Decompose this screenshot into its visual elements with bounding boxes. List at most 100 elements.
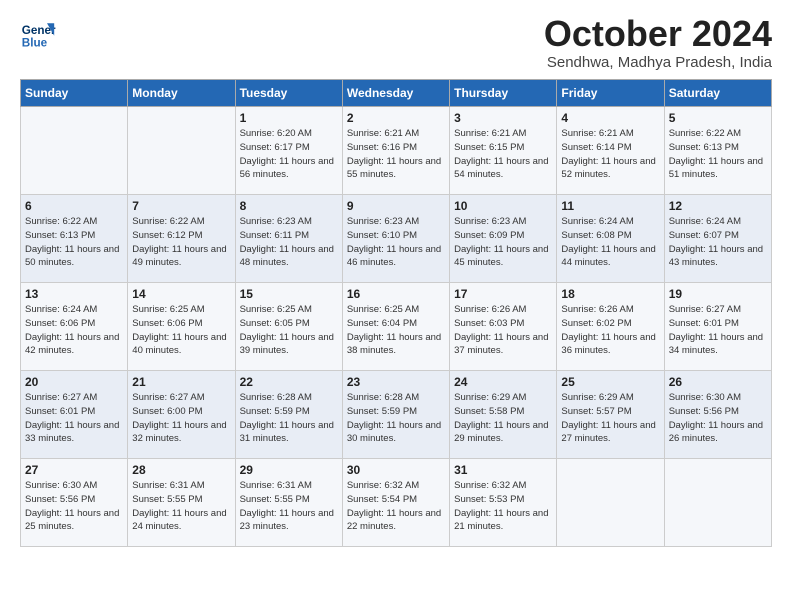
day-number: 21 bbox=[132, 375, 230, 389]
day-number: 10 bbox=[454, 199, 552, 213]
calendar-cell: 26 Sunrise: 6:30 AM Sunset: 5:56 PM Dayli… bbox=[664, 371, 771, 459]
day-number: 25 bbox=[561, 375, 659, 389]
calendar-week-row: 1 Sunrise: 6:20 AM Sunset: 6:17 PM Daylig… bbox=[21, 107, 772, 195]
day-detail: Sunrise: 6:21 AM Sunset: 6:15 PM Dayligh… bbox=[454, 127, 552, 182]
weekday-header: Saturday bbox=[664, 80, 771, 107]
calendar-week-row: 20Sunrise: 6:27 AM Sunset: 6:01 PM Dayli… bbox=[21, 371, 772, 459]
svg-text:Blue: Blue bbox=[22, 37, 48, 50]
day-number: 7 bbox=[132, 199, 230, 213]
weekday-header: Tuesday bbox=[235, 80, 342, 107]
weekday-header: Monday bbox=[128, 80, 235, 107]
day-detail: Sunrise: 6:25 AM Sunset: 6:06 PM Dayligh… bbox=[132, 303, 230, 358]
day-number: 24 bbox=[454, 375, 552, 389]
calendar-cell: 6 Sunrise: 6:22 AM Sunset: 6:13 PM Daylig… bbox=[21, 195, 128, 283]
day-detail: Sunrise: 6:24 AM Sunset: 6:06 PM Dayligh… bbox=[25, 303, 123, 358]
calendar-week-row: 27 Sunrise: 6:30 AM Sunset: 5:56 PM Dayli… bbox=[21, 459, 772, 547]
calendar-cell: 15Sunrise: 6:25 AM Sunset: 6:05 PM Dayli… bbox=[235, 283, 342, 371]
day-detail: Sunrise: 6:26 AM Sunset: 6:02 PM Dayligh… bbox=[561, 303, 659, 358]
calendar-cell: 1 Sunrise: 6:20 AM Sunset: 6:17 PM Daylig… bbox=[235, 107, 342, 195]
calendar-table: SundayMondayTuesdayWednesdayThursdayFrid… bbox=[20, 79, 772, 547]
calendar-cell: 29Sunrise: 6:31 AM Sunset: 5:55 PM Dayli… bbox=[235, 459, 342, 547]
calendar-cell: 7 Sunrise: 6:22 AM Sunset: 6:12 PM Daylig… bbox=[128, 195, 235, 283]
day-detail: Sunrise: 6:28 AM Sunset: 5:59 PM Dayligh… bbox=[240, 391, 338, 446]
day-number: 22 bbox=[240, 375, 338, 389]
day-detail: Sunrise: 6:21 AM Sunset: 6:16 PM Dayligh… bbox=[347, 127, 445, 182]
calendar-cell: 25 Sunrise: 6:29 AM Sunset: 5:57 PM Dayli… bbox=[557, 371, 664, 459]
day-detail: Sunrise: 6:29 AM Sunset: 5:58 PM Dayligh… bbox=[454, 391, 552, 446]
day-number: 18 bbox=[561, 287, 659, 301]
day-number: 27 bbox=[25, 463, 123, 477]
day-number: 26 bbox=[669, 375, 767, 389]
day-detail: Sunrise: 6:24 AM Sunset: 6:08 PM Dayligh… bbox=[561, 215, 659, 270]
day-detail: Sunrise: 6:20 AM Sunset: 6:17 PM Dayligh… bbox=[240, 127, 338, 182]
day-detail: Sunrise: 6:21 AM Sunset: 6:14 PM Dayligh… bbox=[561, 127, 659, 182]
day-number: 12 bbox=[669, 199, 767, 213]
calendar-cell: 21Sunrise: 6:27 AM Sunset: 6:00 PM Dayli… bbox=[128, 371, 235, 459]
day-number: 19 bbox=[669, 287, 767, 301]
day-number: 20 bbox=[25, 375, 123, 389]
day-detail: Sunrise: 6:23 AM Sunset: 6:09 PM Dayligh… bbox=[454, 215, 552, 270]
day-detail: Sunrise: 6:32 AM Sunset: 5:54 PM Dayligh… bbox=[347, 479, 445, 534]
day-detail: Sunrise: 6:22 AM Sunset: 6:12 PM Dayligh… bbox=[132, 215, 230, 270]
day-detail: Sunrise: 6:28 AM Sunset: 5:59 PM Dayligh… bbox=[347, 391, 445, 446]
calendar-cell: 30Sunrise: 6:32 AM Sunset: 5:54 PM Dayli… bbox=[342, 459, 449, 547]
day-detail: Sunrise: 6:25 AM Sunset: 6:04 PM Dayligh… bbox=[347, 303, 445, 358]
page-header: General Blue October 2024 Sendhwa, Madhy… bbox=[20, 16, 772, 71]
calendar-cell: 4 Sunrise: 6:21 AM Sunset: 6:14 PM Daylig… bbox=[557, 107, 664, 195]
calendar-cell: 23Sunrise: 6:28 AM Sunset: 5:59 PM Dayli… bbox=[342, 371, 449, 459]
day-number: 4 bbox=[561, 111, 659, 125]
weekday-header-row: SundayMondayTuesdayWednesdayThursdayFrid… bbox=[21, 80, 772, 107]
calendar-cell: 18 Sunrise: 6:26 AM Sunset: 6:02 PM Dayli… bbox=[557, 283, 664, 371]
calendar-cell bbox=[128, 107, 235, 195]
calendar-cell: 10 Sunrise: 6:23 AM Sunset: 6:09 PM Dayli… bbox=[450, 195, 557, 283]
day-detail: Sunrise: 6:26 AM Sunset: 6:03 PM Dayligh… bbox=[454, 303, 552, 358]
weekday-header: Sunday bbox=[21, 80, 128, 107]
day-detail: Sunrise: 6:24 AM Sunset: 6:07 PM Dayligh… bbox=[669, 215, 767, 270]
calendar-cell: 24 Sunrise: 6:29 AM Sunset: 5:58 PM Dayli… bbox=[450, 371, 557, 459]
day-number: 9 bbox=[347, 199, 445, 213]
day-number: 8 bbox=[240, 199, 338, 213]
calendar-cell: 12 Sunrise: 6:24 AM Sunset: 6:07 PM Dayli… bbox=[664, 195, 771, 283]
title-block: October 2024 Sendhwa, Madhya Pradesh, In… bbox=[544, 16, 772, 71]
day-number: 1 bbox=[240, 111, 338, 125]
month-title: October 2024 bbox=[544, 16, 772, 52]
calendar-cell: 19 Sunrise: 6:27 AM Sunset: 6:01 PM Dayli… bbox=[664, 283, 771, 371]
day-number: 3 bbox=[454, 111, 552, 125]
calendar-cell: 16 Sunrise: 6:25 AM Sunset: 6:04 PM Dayli… bbox=[342, 283, 449, 371]
day-number: 11 bbox=[561, 199, 659, 213]
day-number: 16 bbox=[347, 287, 445, 301]
location: Sendhwa, Madhya Pradesh, India bbox=[544, 54, 772, 71]
day-number: 31 bbox=[454, 463, 552, 477]
day-detail: Sunrise: 6:30 AM Sunset: 5:56 PM Dayligh… bbox=[669, 391, 767, 446]
calendar-cell: 27 Sunrise: 6:30 AM Sunset: 5:56 PM Dayli… bbox=[21, 459, 128, 547]
weekday-header: Wednesday bbox=[342, 80, 449, 107]
calendar-cell: 8Sunrise: 6:23 AM Sunset: 6:11 PM Daylig… bbox=[235, 195, 342, 283]
calendar-cell: 11 Sunrise: 6:24 AM Sunset: 6:08 PM Dayli… bbox=[557, 195, 664, 283]
calendar-cell: 5 Sunrise: 6:22 AM Sunset: 6:13 PM Daylig… bbox=[664, 107, 771, 195]
calendar-cell: 14 Sunrise: 6:25 AM Sunset: 6:06 PM Dayli… bbox=[128, 283, 235, 371]
day-number: 17 bbox=[454, 287, 552, 301]
day-number: 13 bbox=[25, 287, 123, 301]
day-number: 5 bbox=[669, 111, 767, 125]
day-number: 28 bbox=[132, 463, 230, 477]
calendar-cell: 9 Sunrise: 6:23 AM Sunset: 6:10 PM Daylig… bbox=[342, 195, 449, 283]
calendar-cell bbox=[557, 459, 664, 547]
day-number: 6 bbox=[25, 199, 123, 213]
day-detail: Sunrise: 6:23 AM Sunset: 6:10 PM Dayligh… bbox=[347, 215, 445, 270]
calendar-cell: 28Sunrise: 6:31 AM Sunset: 5:55 PM Dayli… bbox=[128, 459, 235, 547]
day-detail: Sunrise: 6:25 AM Sunset: 6:05 PM Dayligh… bbox=[240, 303, 338, 358]
calendar-cell: 3 Sunrise: 6:21 AM Sunset: 6:15 PM Daylig… bbox=[450, 107, 557, 195]
day-number: 29 bbox=[240, 463, 338, 477]
calendar-cell: 22 Sunrise: 6:28 AM Sunset: 5:59 PM Dayli… bbox=[235, 371, 342, 459]
day-detail: Sunrise: 6:22 AM Sunset: 6:13 PM Dayligh… bbox=[669, 127, 767, 182]
calendar-cell: 31Sunrise: 6:32 AM Sunset: 5:53 PM Dayli… bbox=[450, 459, 557, 547]
day-detail: Sunrise: 6:27 AM Sunset: 6:01 PM Dayligh… bbox=[669, 303, 767, 358]
calendar-cell: 13 Sunrise: 6:24 AM Sunset: 6:06 PM Dayli… bbox=[21, 283, 128, 371]
day-detail: Sunrise: 6:29 AM Sunset: 5:57 PM Dayligh… bbox=[561, 391, 659, 446]
calendar-cell: 2 Sunrise: 6:21 AM Sunset: 6:16 PM Daylig… bbox=[342, 107, 449, 195]
day-detail: Sunrise: 6:22 AM Sunset: 6:13 PM Dayligh… bbox=[25, 215, 123, 270]
calendar-cell bbox=[664, 459, 771, 547]
day-number: 14 bbox=[132, 287, 230, 301]
day-number: 2 bbox=[347, 111, 445, 125]
day-detail: Sunrise: 6:30 AM Sunset: 5:56 PM Dayligh… bbox=[25, 479, 123, 534]
